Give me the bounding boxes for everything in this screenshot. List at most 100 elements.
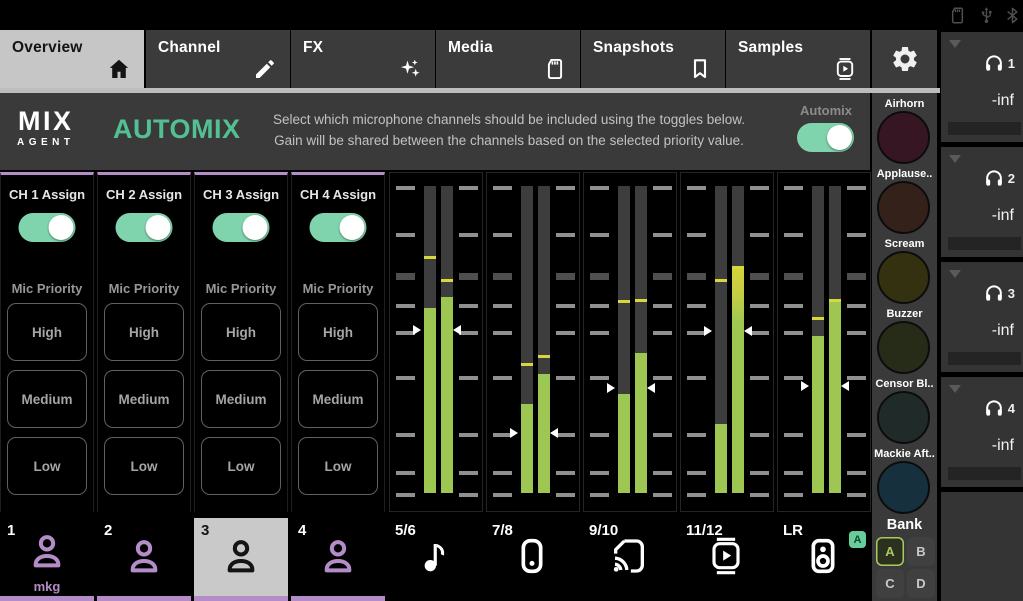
chevron-down-icon[interactable]	[949, 40, 961, 48]
meter-scale-tick	[493, 471, 512, 475]
ch4-priority-low-button[interactable]: Low	[298, 437, 378, 495]
fader-marker-right[interactable]	[744, 326, 752, 336]
meter-peak-hold	[715, 279, 727, 282]
phones-3-level-value: -inf	[992, 322, 1014, 340]
sd-card-status-icon	[948, 6, 967, 25]
bank-c-button[interactable]: C	[876, 569, 904, 598]
meter-peak-hold	[829, 299, 841, 302]
chevron-down-icon[interactable]	[949, 385, 961, 393]
ch2-priority-medium-button[interactable]: Medium	[104, 370, 184, 428]
sample-pad-label: Applause..	[872, 168, 937, 180]
fader-marker-right[interactable]	[453, 325, 461, 335]
sample-pad-applause[interactable]	[877, 181, 930, 234]
fader-marker-left[interactable]	[413, 325, 421, 335]
ch1-mic-priority-label: Mic Priority	[1, 281, 93, 296]
phones-3-meter	[948, 352, 1021, 365]
phones-1-section[interactable]: 1 -inf	[941, 32, 1023, 142]
ch4-priority-medium-button[interactable]: Medium	[298, 370, 378, 428]
meter-scale-tick	[459, 186, 478, 190]
meter-peak-hold	[618, 300, 630, 303]
ch2-priority-high-button[interactable]: High	[104, 303, 184, 361]
channel-number: 5/6	[395, 522, 416, 539]
sample-pad-airhorn[interactable]	[877, 111, 930, 164]
settings-button[interactable]	[872, 30, 937, 88]
ch4-assign-toggle[interactable]	[310, 213, 367, 242]
tab-samples[interactable]: Samples	[726, 30, 870, 88]
meter-scale-tick	[750, 433, 769, 437]
sample-pad-censor[interactable]	[877, 391, 930, 444]
fader-marker-left[interactable]	[704, 326, 712, 336]
sample-pad-mackie[interactable]	[877, 461, 930, 514]
sample-pad-scream[interactable]	[877, 251, 930, 304]
ch2-assign-toggle[interactable]	[116, 213, 173, 242]
ch2-priority-low-button[interactable]: Low	[104, 437, 184, 495]
channel-strip-9-10[interactable]: 9/10	[582, 518, 676, 601]
fader-marker-right[interactable]	[647, 383, 655, 393]
channel-strip-11-12[interactable]: 11/12	[679, 518, 773, 601]
channel-number: 7/8	[492, 522, 513, 539]
phones-1-level-value: -inf	[992, 92, 1014, 110]
channel-strip-2[interactable]: 2	[97, 518, 191, 601]
fader-marker-left[interactable]	[510, 428, 518, 438]
tab-fx[interactable]: FX	[291, 30, 435, 88]
fader-marker-right[interactable]	[550, 428, 558, 438]
sample-pad-label: Airhorn	[872, 98, 937, 110]
channel-strip-3-selected[interactable]: 3	[194, 518, 288, 601]
phones-4-level-value: -inf	[992, 437, 1014, 455]
meter-scale-tick	[493, 233, 512, 237]
meter-scale-tick	[687, 376, 706, 380]
ch1-priority-low-button[interactable]: Low	[7, 437, 87, 495]
sparkles-icon	[398, 57, 422, 81]
ch3-priority-high-button[interactable]: High	[201, 303, 281, 361]
meter-scale-tick	[784, 433, 803, 437]
meter-scale-tick	[396, 233, 415, 237]
meter-scale-tick	[653, 273, 672, 280]
tab-snapshots[interactable]: Snapshots	[581, 30, 725, 88]
automix-channel-4-column: CH 4 Assign Mic Priority High Medium Low	[291, 172, 385, 512]
meter-scale-tick	[847, 471, 866, 475]
channel-number: 4	[298, 522, 306, 539]
meter-scale-tick	[847, 273, 866, 280]
tab-channel[interactable]: Channel	[146, 30, 290, 88]
fader-marker-left[interactable]	[607, 383, 615, 393]
smartphone-icon	[512, 536, 552, 576]
meter-scale-tick	[847, 304, 866, 308]
channel-strip-1[interactable]: 1 mkg	[0, 518, 94, 601]
fader-marker-left[interactable]	[801, 381, 809, 391]
phones-2-section[interactable]: 2 -inf	[941, 147, 1023, 257]
bank-a-button[interactable]: A	[876, 537, 904, 566]
ch1-assign-toggle[interactable]	[19, 213, 76, 242]
tab-media[interactable]: Media	[436, 30, 580, 88]
phones-3-section[interactable]: 3 -inf	[941, 262, 1023, 372]
meter-scale-tick	[590, 186, 609, 190]
mixagent-logo: MIX AGENT	[17, 108, 75, 148]
meter-scale-tick	[556, 376, 575, 380]
logo-agent-text: AGENT	[17, 137, 75, 148]
meter-scale-tick	[653, 304, 672, 308]
tab-overview[interactable]: Overview	[0, 30, 144, 88]
bank-b-button[interactable]: B	[907, 537, 935, 566]
ch1-priority-medium-button[interactable]: Medium	[7, 370, 87, 428]
chevron-down-icon[interactable]	[949, 155, 961, 163]
tab-overview-label: Overview	[12, 39, 83, 57]
sample-pad-label: Mackie Aft..	[872, 448, 937, 460]
ch3-priority-low-button[interactable]: Low	[201, 437, 281, 495]
channel-strip-7-8[interactable]: 7/8	[485, 518, 579, 601]
automix-toggle[interactable]	[797, 123, 854, 152]
channel-strip-4[interactable]: 4	[291, 518, 385, 601]
channel-strip-lr[interactable]: LR A	[776, 518, 870, 601]
meter-scale-tick	[784, 304, 803, 308]
ch3-priority-medium-button[interactable]: Medium	[201, 370, 281, 428]
ch3-assign-toggle[interactable]	[213, 213, 270, 242]
ch4-priority-high-button[interactable]: High	[298, 303, 378, 361]
meter-panel-9-10	[583, 172, 677, 512]
meter-scale-tick	[653, 493, 672, 497]
chevron-down-icon[interactable]	[949, 270, 961, 278]
bank-d-button[interactable]: D	[907, 569, 935, 598]
bookmark-icon	[688, 57, 712, 81]
channel-strip-5-6[interactable]: 5/6	[388, 518, 482, 601]
phones-4-section[interactable]: 4 -inf	[941, 377, 1023, 487]
ch1-priority-high-button[interactable]: High	[7, 303, 87, 361]
sample-pad-buzzer[interactable]	[877, 321, 930, 374]
fader-marker-right[interactable]	[841, 381, 849, 391]
